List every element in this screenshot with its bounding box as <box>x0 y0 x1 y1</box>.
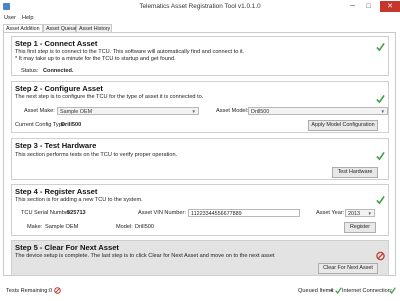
step-2-title: Step 2 - Configure Asset <box>15 84 103 93</box>
step-4-description: This section is for adding a new TCU to … <box>15 197 143 203</box>
current-config-label: Current Config Type: <box>15 122 67 128</box>
asset-make-label: Asset Make: <box>24 108 55 114</box>
tests-remaining-label: Tests Remaining: <box>6 288 49 294</box>
asset-year-select[interactable]: 2013 ▼ <box>345 209 375 217</box>
step-1-panel: Step 1 - Connect Asset This first step i… <box>11 36 389 76</box>
current-config-value: Drill500 <box>61 122 82 128</box>
clear-for-next-asset-button[interactable]: Clear For Next Asset <box>318 263 378 274</box>
menu-user[interactable]: User <box>4 15 16 21</box>
tcu-serial-label: TCU Serial Number: <box>21 210 72 216</box>
register-button[interactable]: Register <box>344 222 376 233</box>
asset-model-label: Asset Model: <box>216 108 249 114</box>
check-icon <box>376 94 385 104</box>
queued-items-value: 4 <box>330 288 334 294</box>
tab-asset-history[interactable]: Asset History <box>76 24 112 32</box>
check-icon <box>389 287 396 294</box>
check-icon <box>376 195 385 205</box>
step-1-note: * It may take up to a minute for the TCU… <box>15 56 176 62</box>
menu-help[interactable]: Help <box>22 15 34 21</box>
minimize-button[interactable]: ─ <box>346 1 359 12</box>
asset-make-value: Sample OEM <box>60 109 93 115</box>
chevron-down-icon: ▼ <box>367 211 372 216</box>
step-3-panel: Step 3 - Test Hardware This section perf… <box>11 138 389 180</box>
status-label: Status: <box>21 68 39 74</box>
status-value: Connected. <box>43 68 74 74</box>
step-2-panel: Step 2 - Configure Asset The next step i… <box>11 81 389 133</box>
maximize-button[interactable]: □ <box>362 1 375 12</box>
asset-year-label: Asset Year: <box>316 210 345 216</box>
step-3-title: Step 3 - Test Hardware <box>15 141 97 150</box>
asset-model-select[interactable]: Drill500 ▼ <box>248 107 388 115</box>
make-label: Make: <box>27 224 43 230</box>
check-icon <box>376 42 385 52</box>
status-bar: Tests Remaining: 0 Queued Items: 4 Inter… <box>0 283 400 301</box>
step-2-description: The next step is to configure the TCU fo… <box>15 94 204 100</box>
internet-connection-label: Internet Connection: <box>342 288 393 294</box>
asset-year-value: 2013 <box>348 211 360 217</box>
tab-asset-queue[interactable]: Asset Queue <box>43 24 77 32</box>
close-button[interactable]: ✕ <box>380 1 400 12</box>
step-3-description: This section performs tests on the TCU t… <box>15 152 178 158</box>
no-entry-icon <box>54 287 61 294</box>
asset-vin-label: Asset VIN Number: <box>138 210 186 216</box>
model-value: Drill500 <box>135 224 154 230</box>
step-5-title: Step 5 - Clear For Next Asset <box>15 243 119 252</box>
tcu-serial-value: 525713 <box>67 210 86 216</box>
window-title: Telematics Asset Registration Tool v1.0.… <box>139 3 261 10</box>
menu-bar: User Help <box>0 14 400 23</box>
chevron-down-icon: ▼ <box>191 109 196 114</box>
tests-remaining-value: 0 <box>49 288 53 294</box>
step-1-title: Step 1 - Connect Asset <box>15 39 98 48</box>
apply-model-configuration-button[interactable]: Apply Model Configuration <box>308 120 378 131</box>
test-hardware-button[interactable]: Test Hardware <box>332 167 378 178</box>
make-value: Sample OEM <box>45 224 79 230</box>
asset-vin-input[interactable]: 11223344556677889 <box>188 209 300 217</box>
asset-make-select[interactable]: Sample OEM ▼ <box>57 107 199 115</box>
model-label: Model: <box>116 224 133 230</box>
step-4-title: Step 4 - Register Asset <box>15 187 98 196</box>
step-5-description: The device setup is complete. The last s… <box>15 253 275 259</box>
step-4-panel: Step 4 - Register Asset This section is … <box>11 184 389 236</box>
chevron-down-icon: ▼ <box>380 109 385 114</box>
step-1-description: This first step is to connect to the TCU… <box>15 49 245 55</box>
no-entry-icon <box>376 251 385 261</box>
step-5-panel: Step 5 - Clear For Next Asset The device… <box>11 240 389 276</box>
check-icon <box>335 287 342 294</box>
title-bar: Telematics Asset Registration Tool v1.0.… <box>0 0 400 14</box>
check-icon <box>376 151 385 161</box>
asset-model-value: Drill500 <box>251 109 270 115</box>
